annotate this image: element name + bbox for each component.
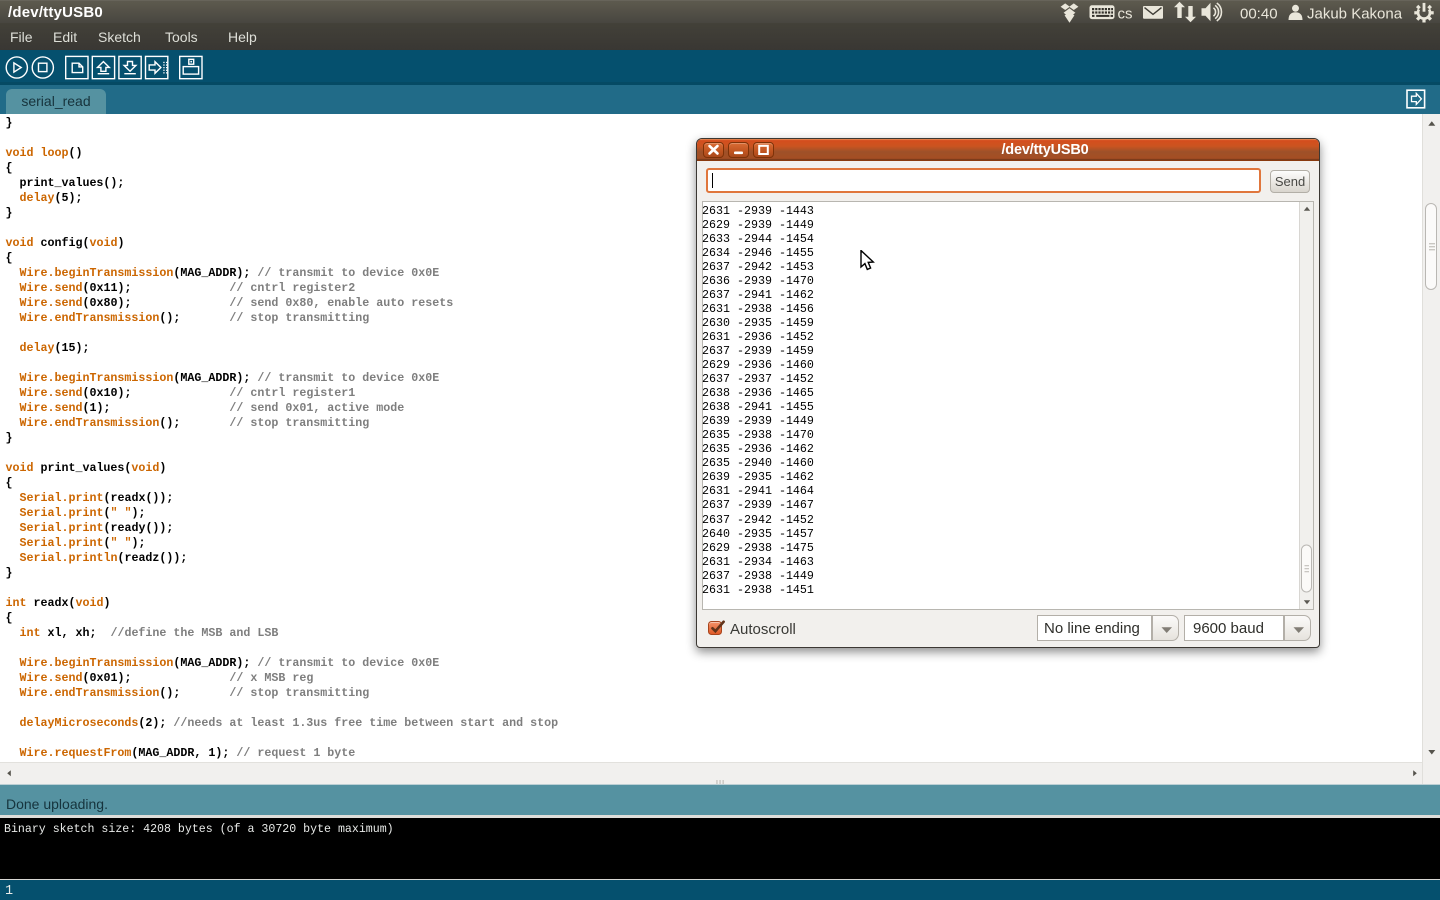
svg-text:Jakub Kakona: Jakub Kakona bbox=[1307, 6, 1403, 23]
svg-text:cs: cs bbox=[1118, 6, 1133, 23]
svg-text:00:40: 00:40 bbox=[1240, 6, 1278, 23]
